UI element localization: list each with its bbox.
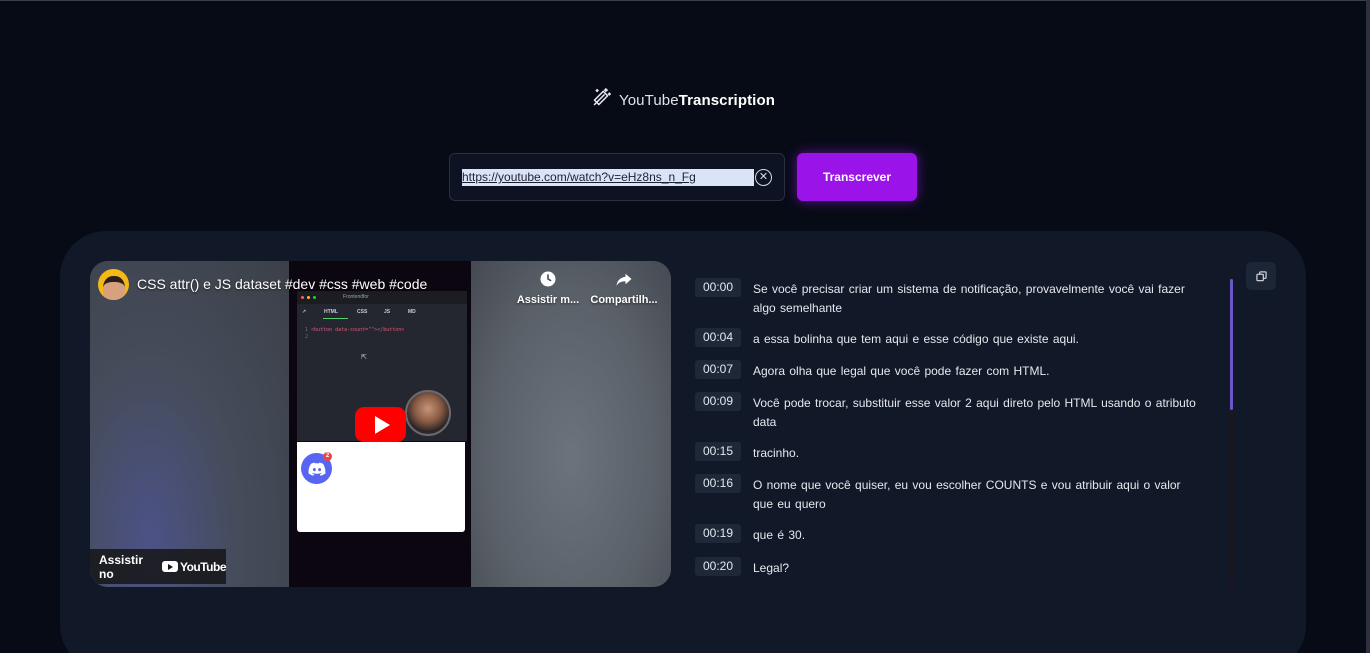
- timestamp-button[interactable]: 00:04: [695, 328, 741, 347]
- transcript-text: Agora olha que legal que você pode fazer…: [753, 364, 1050, 378]
- url-field[interactable]: https://youtube.com/watch?v=eHz8ns_n_Fg …: [449, 153, 785, 201]
- video-player[interactable]: Frontendfor ↗ HTML CSS JS MD 1 2 <button…: [90, 261, 671, 587]
- watch-on-youtube-button[interactable]: Assistir no YouTube: [90, 549, 227, 584]
- notification-badge: 2: [323, 452, 332, 461]
- youtube-logo-icon: YouTube: [161, 559, 227, 574]
- close-icon: ✕: [758, 171, 769, 183]
- timestamp-button[interactable]: 00:07: [695, 360, 741, 379]
- share-arrow-icon: [616, 273, 632, 286]
- app-name-prefix: YouTube: [619, 91, 679, 109]
- watch-on-label: Assistir no: [99, 552, 144, 581]
- pin-icon: ↗: [302, 309, 307, 315]
- page-scrollbar[interactable]: [1366, 0, 1370, 653]
- editor-tab-html: HTML: [324, 309, 338, 315]
- clear-url-button[interactable]: ✕: [755, 169, 772, 186]
- transcript-scrollbar-thumb[interactable]: [1230, 279, 1233, 410]
- app-name: YouTubeTranscription: [619, 92, 775, 109]
- transcript-text: a essa bolinha que tem aqui e esse códig…: [753, 332, 1079, 346]
- video-backdrop-left: [90, 261, 289, 587]
- editor-titlebar: Frontendfor: [297, 291, 467, 304]
- editor-tab-md: MD: [408, 309, 416, 315]
- video-title[interactable]: CSS attr() e JS dataset #dev #css #web #…: [137, 276, 427, 292]
- transcribe-button[interactable]: Transcrever: [797, 153, 917, 201]
- active-tab-indicator: [323, 318, 348, 319]
- avatar-face: [102, 275, 125, 300]
- youtube-play-triangle: [167, 563, 173, 570]
- copy-transcript-button[interactable]: [1246, 262, 1276, 290]
- transcript-text: Se você precisar criar um sistema de not…: [753, 282, 1185, 315]
- channel-avatar[interactable]: [98, 269, 129, 300]
- youtube-wordmark: YouTube: [179, 559, 227, 574]
- editor-tab-css: CSS: [357, 309, 368, 315]
- timestamp-button[interactable]: 00:09: [695, 392, 741, 411]
- timestamp-button[interactable]: 00:16: [695, 474, 741, 493]
- share-label: Compartilh...: [590, 294, 658, 306]
- timestamp-button[interactable]: 00:20: [695, 557, 741, 576]
- transcript-text: O nome que você quiser, eu vou escolher …: [753, 478, 1181, 511]
- magic-wand-icon: [591, 87, 612, 113]
- timestamp-button[interactable]: 00:15: [695, 442, 741, 461]
- timestamp-button[interactable]: 00:00: [695, 278, 741, 297]
- transcript-text: Você pode trocar, substituir esse valor …: [753, 396, 1196, 429]
- copy-icon: [1255, 270, 1267, 281]
- window-top-border: [0, 0, 1370, 1]
- line-number: 2: [305, 334, 309, 340]
- app-logo: YouTubeTranscription: [591, 87, 775, 113]
- play-button[interactable]: [355, 407, 406, 442]
- url-input[interactable]: https://youtube.com/watch?v=eHz8ns_n_Fg: [462, 170, 696, 184]
- mouse-cursor-icon: ⇱: [361, 354, 367, 361]
- video-backdrop-right: [471, 261, 671, 587]
- editor-title: Frontendfor: [343, 294, 369, 300]
- transcript-text: que é 30.: [753, 528, 806, 542]
- timestamp-button[interactable]: 00:19: [695, 524, 741, 543]
- editor-code-line: <button data-count=""></button>: [311, 327, 405, 333]
- play-icon: [374, 415, 390, 434]
- app-name-suffix: Transcription: [678, 91, 775, 109]
- minimize-dot-icon: [307, 296, 310, 299]
- close-dot-icon: [301, 296, 304, 299]
- share-button[interactable]: Compartilh...: [589, 270, 659, 308]
- editor-tab-js: JS: [384, 309, 391, 315]
- youtube-play-box: [161, 561, 178, 572]
- clock-icon: [540, 271, 556, 287]
- watch-later-label: Assistir m...: [516, 294, 580, 306]
- line-number: 1: [305, 327, 309, 333]
- maximize-dot-icon: [313, 296, 316, 299]
- watch-later-button[interactable]: Assistir m...: [513, 270, 583, 308]
- transcript-text: Legal?: [753, 561, 790, 575]
- transcript-text: tracinho.: [753, 446, 800, 460]
- presenter-avatar: [405, 390, 451, 436]
